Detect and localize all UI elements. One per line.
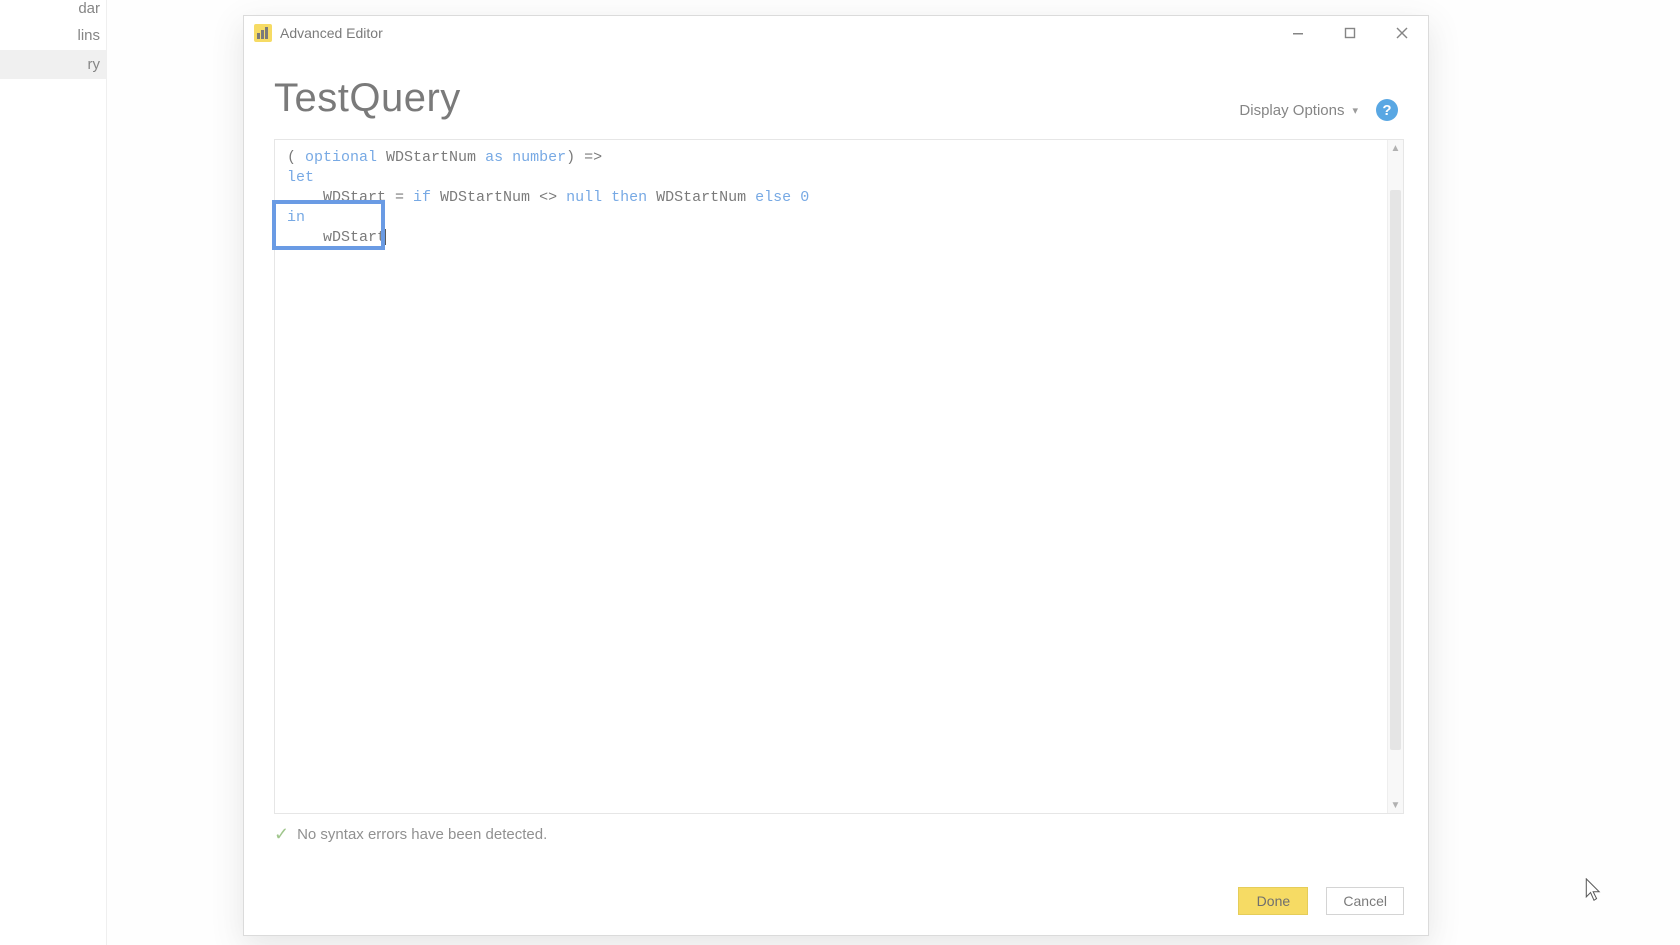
close-button[interactable]: [1376, 16, 1428, 50]
powerbi-icon: [254, 24, 272, 42]
titlebar: Advanced Editor: [244, 16, 1428, 50]
window-title: Advanced Editor: [280, 25, 383, 41]
cancel-button[interactable]: Cancel: [1326, 887, 1404, 915]
status-message: No syntax errors have been detected.: [297, 826, 547, 843]
app-root: dar lins ry Advanced Editor: [0, 0, 1680, 945]
status-row: ✓ No syntax errors have been detected.: [274, 824, 1404, 845]
chevron-down-icon: ▾: [1352, 104, 1358, 117]
code-editor[interactable]: ( optional WDStartNum as number) => let …: [274, 139, 1404, 814]
maximize-button[interactable]: [1324, 16, 1376, 50]
display-options-label: Display Options: [1239, 102, 1344, 119]
editor-scrollbar[interactable]: ▲ ▼: [1387, 140, 1403, 813]
help-button[interactable]: ?: [1376, 99, 1398, 121]
mouse-cursor-icon: [1585, 878, 1603, 902]
scroll-up-icon[interactable]: ▲: [1388, 140, 1403, 156]
sidebar-item[interactable]: ry: [0, 50, 106, 79]
sidebar-item[interactable]: lins: [0, 21, 106, 50]
scroll-thumb[interactable]: [1390, 190, 1401, 750]
query-name: TestQuery: [274, 76, 461, 121]
advanced-editor-dialog: Advanced Editor TestQuery Display: [243, 15, 1429, 936]
queries-pane-fragment: dar lins ry: [0, 0, 107, 945]
code-text[interactable]: ( optional WDStartNum as number) => let …: [275, 140, 1403, 256]
dialog-buttons: Done Cancel: [1238, 887, 1404, 915]
scroll-down-icon[interactable]: ▼: [1388, 797, 1403, 813]
header-row: TestQuery Display Options ▾ ?: [274, 76, 1404, 121]
sidebar-item[interactable]: dar: [0, 0, 106, 21]
minimize-button[interactable]: [1272, 16, 1324, 50]
display-options-dropdown[interactable]: Display Options ▾: [1239, 102, 1358, 119]
done-button[interactable]: Done: [1238, 887, 1308, 915]
dialog-content: TestQuery Display Options ▾ ? ( optional…: [244, 50, 1428, 935]
text-cursor: [385, 229, 386, 245]
check-icon: ✓: [274, 824, 289, 845]
